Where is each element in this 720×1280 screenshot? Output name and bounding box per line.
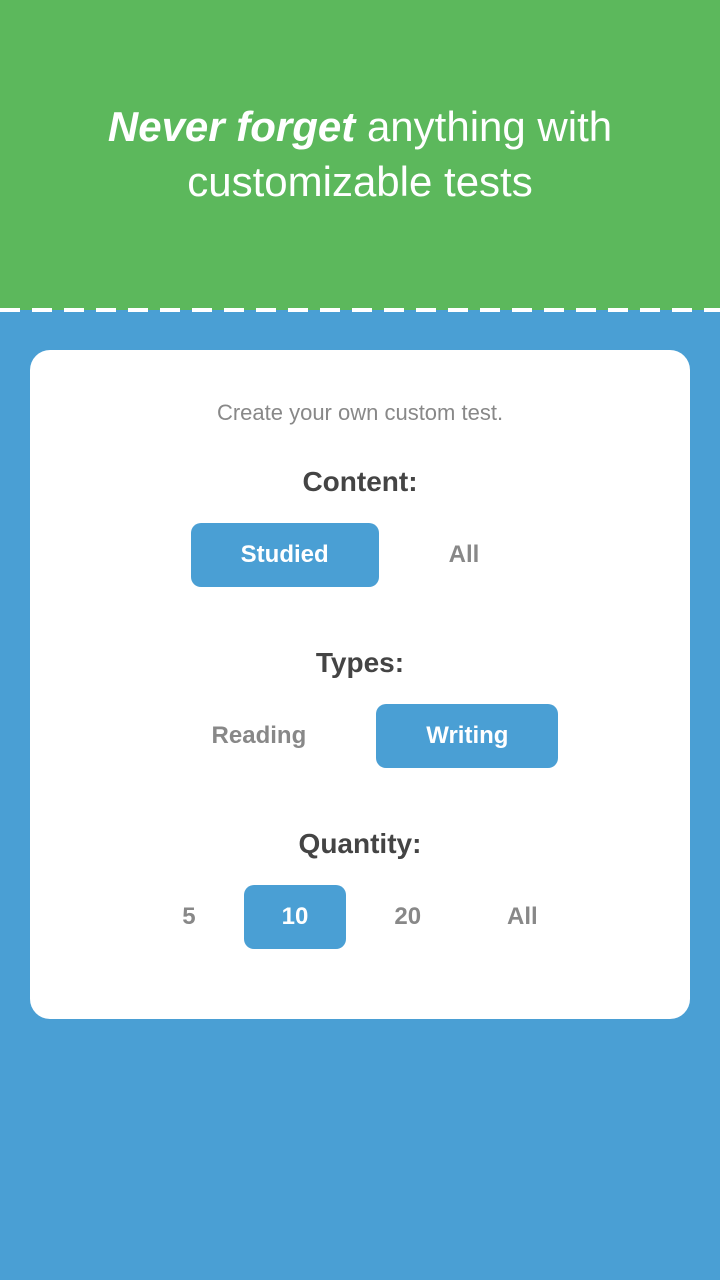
content-all-button[interactable]: All — [399, 523, 530, 587]
quantity-label: Quantity: — [299, 828, 422, 860]
quantity-5-button[interactable]: 5 — [144, 885, 233, 949]
quantity-section: Quantity: 5 10 20 All — [70, 828, 650, 949]
types-writing-button[interactable]: Writing — [376, 704, 558, 768]
header-italic: Never forget — [108, 103, 355, 150]
header-line2: customizable tests — [187, 158, 532, 205]
quantity-20-button[interactable]: 20 — [356, 885, 459, 949]
types-reading-button[interactable]: Reading — [162, 704, 357, 768]
main-card: Create your own custom test. Content: St… — [30, 350, 690, 1019]
content-label: Content: — [302, 466, 417, 498]
quantity-button-group: 5 10 20 All — [144, 885, 575, 949]
types-section: Types: Reading Writing — [70, 647, 650, 818]
blue-body: Create your own custom test. Content: St… — [0, 310, 720, 1280]
quantity-all-button[interactable]: All — [469, 885, 576, 949]
content-studied-button[interactable]: Studied — [191, 523, 379, 587]
quantity-10-button[interactable]: 10 — [244, 885, 347, 949]
header-section: Never forget anything with customizable … — [0, 0, 720, 310]
types-button-group: Reading Writing — [162, 704, 559, 768]
header-rest: anything with — [355, 103, 612, 150]
card-subtitle: Create your own custom test. — [217, 400, 503, 426]
content-section: Content: Studied All — [70, 466, 650, 637]
content-button-group: Studied All — [191, 523, 530, 587]
types-label: Types: — [316, 647, 404, 679]
header-title: Never forget anything with customizable … — [108, 100, 612, 209]
